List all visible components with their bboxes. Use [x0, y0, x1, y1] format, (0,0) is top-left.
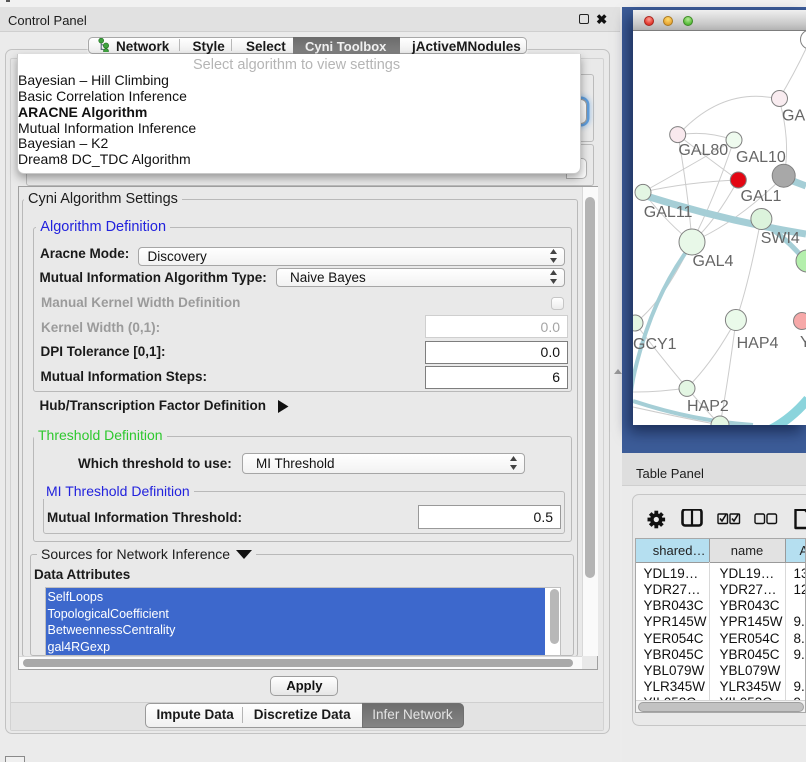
svg-text:Y: Y [800, 334, 806, 351]
svg-text:GAL1: GAL1 [741, 188, 782, 205]
svg-text:GAL10: GAL10 [736, 149, 786, 166]
svg-text:GAL80: GAL80 [678, 142, 728, 159]
svg-text:GAL4: GAL4 [693, 253, 734, 270]
svg-text:HAP2: HAP2 [687, 398, 729, 415]
svg-text:HAP4: HAP4 [737, 335, 779, 352]
svg-text:SWI4: SWI4 [761, 230, 800, 247]
svg-text:GCY1: GCY1 [633, 336, 677, 353]
svg-text:GAL11: GAL11 [644, 204, 693, 221]
svg-text:GAL: GAL [782, 108, 806, 125]
